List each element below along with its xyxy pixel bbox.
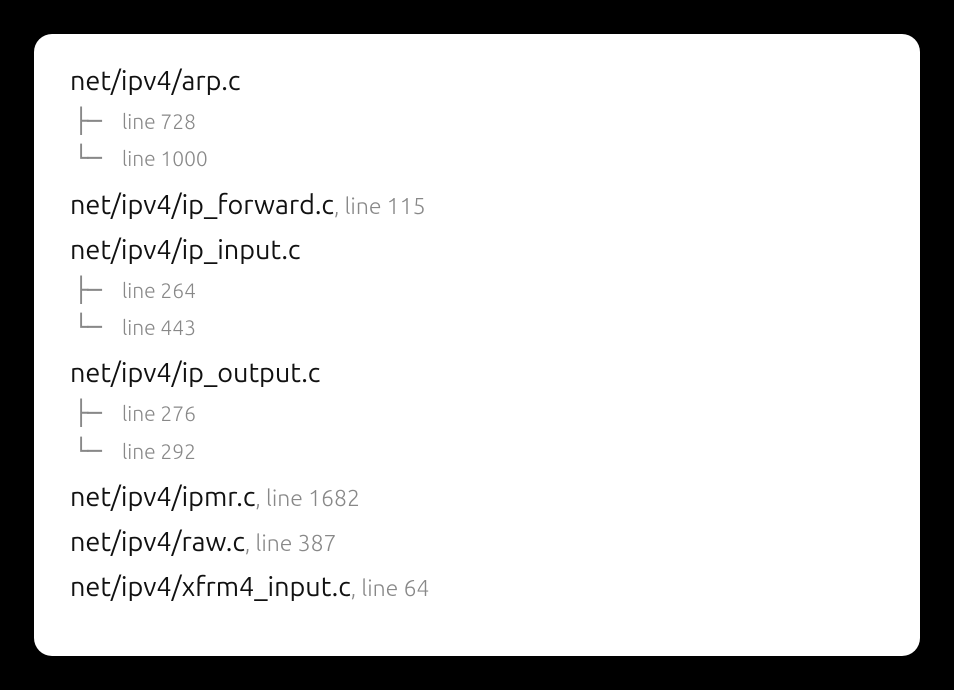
file-path-link[interactable]: net/ipv4/raw.c [70, 527, 245, 557]
line-item: ├─line 264 [74, 272, 884, 309]
tree-branch-icon: ├─ [74, 272, 122, 309]
line-list: ├─line 728└─line 1000 [74, 103, 884, 177]
file-header: net/ipv4/ipmr.c, line 1682 [70, 478, 884, 517]
file-path-link[interactable]: net/ipv4/xfrm4_input.c [70, 572, 351, 602]
line-ref[interactable]: line 1000 [122, 142, 208, 175]
line-ref[interactable]: , line 115 [334, 194, 426, 219]
file-item: net/ipv4/ip_output.c ├─line 276└─line 292 [70, 354, 884, 470]
line-ref[interactable]: line 728 [122, 105, 196, 138]
line-list: ├─line 276└─line 292 [74, 395, 884, 469]
line-ref[interactable]: line 264 [122, 274, 196, 307]
line-item: └─line 443 [74, 309, 884, 346]
file-header: net/ipv4/ip_output.c [70, 354, 884, 393]
file-path-link[interactable]: net/ipv4/ip_forward.c [70, 190, 334, 220]
tree-branch-icon: └─ [74, 433, 122, 470]
line-item: └─line 1000 [74, 140, 884, 177]
line-ref[interactable]: line 292 [122, 435, 196, 468]
file-header: net/ipv4/ip_forward.c, line 115 [70, 186, 884, 225]
line-ref[interactable]: , line 387 [245, 531, 337, 556]
file-header: net/ipv4/ip_input.c [70, 231, 884, 270]
file-header: net/ipv4/xfrm4_input.c, line 64 [70, 568, 884, 607]
file-item: net/ipv4/ipmr.c, line 1682 [70, 478, 884, 517]
file-item: net/ipv4/ip_input.c ├─line 264└─line 443 [70, 231, 884, 347]
line-ref[interactable]: , line 64 [351, 576, 430, 601]
line-list: ├─line 264└─line 443 [74, 272, 884, 346]
file-path-link[interactable]: net/ipv4/arp.c [70, 66, 240, 96]
tree-branch-icon: ├─ [74, 103, 122, 140]
line-item: └─line 292 [74, 433, 884, 470]
tree-branch-icon: ├─ [74, 395, 122, 432]
tree-branch-icon: └─ [74, 309, 122, 346]
file-item: net/ipv4/xfrm4_input.c, line 64 [70, 568, 884, 607]
file-path-link[interactable]: net/ipv4/ip_output.c [70, 358, 320, 388]
file-header: net/ipv4/arp.c [70, 62, 884, 101]
file-item: net/ipv4/raw.c, line 387 [70, 523, 884, 562]
file-list: net/ipv4/arp.c├─line 728└─line 1000net/i… [70, 62, 884, 607]
file-path-link[interactable]: net/ipv4/ipmr.c [70, 482, 255, 512]
file-header: net/ipv4/raw.c, line 387 [70, 523, 884, 562]
line-ref[interactable]: , line 1682 [255, 486, 360, 511]
file-path-link[interactable]: net/ipv4/ip_input.c [70, 235, 300, 265]
line-item: ├─line 276 [74, 395, 884, 432]
tree-branch-icon: └─ [74, 140, 122, 177]
file-item: net/ipv4/ip_forward.c, line 115 [70, 186, 884, 225]
file-item: net/ipv4/arp.c ├─line 728└─line 1000 [70, 62, 884, 178]
results-card: net/ipv4/arp.c├─line 728└─line 1000net/i… [34, 34, 920, 656]
line-ref[interactable]: line 443 [122, 311, 196, 344]
line-ref[interactable]: line 276 [122, 397, 196, 430]
line-item: ├─line 728 [74, 103, 884, 140]
